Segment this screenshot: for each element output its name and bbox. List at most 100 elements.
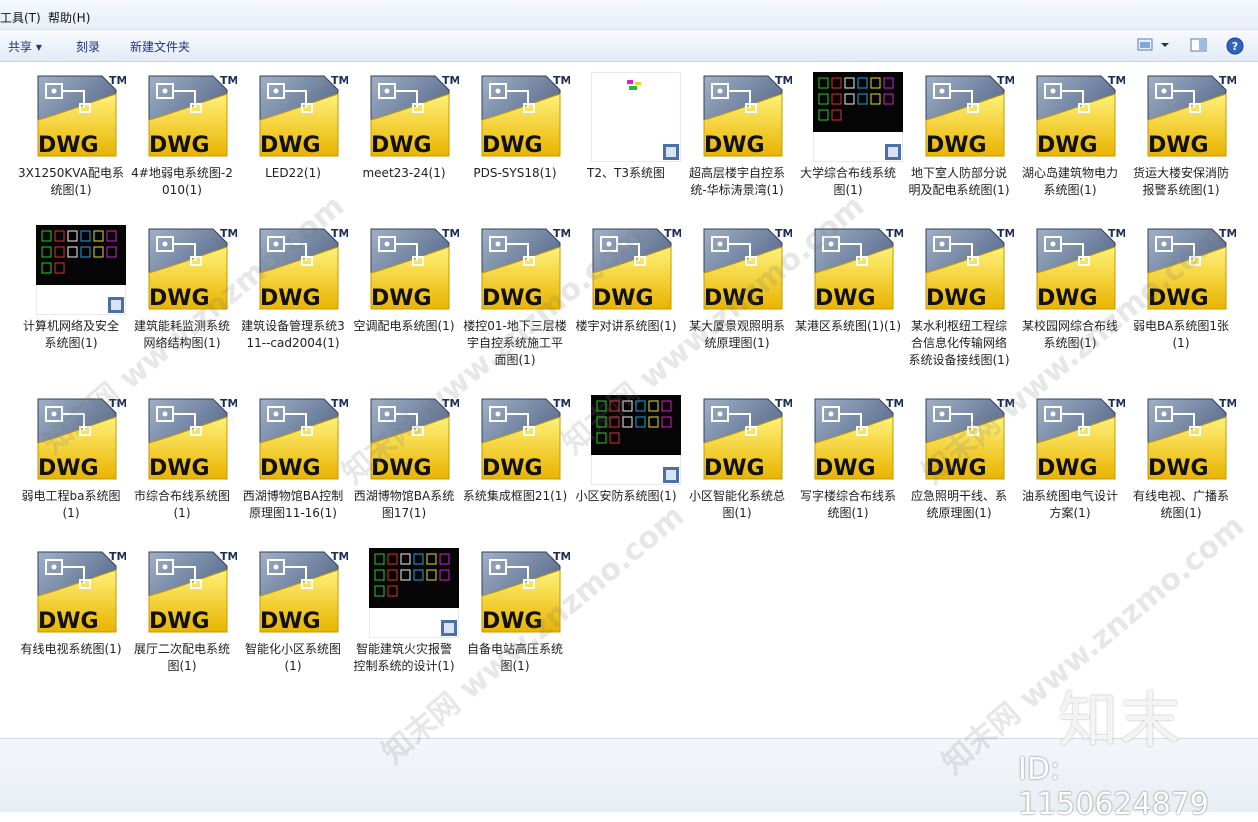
svg-text:TM: TM xyxy=(331,550,348,563)
dwg-file-icon: DWG TM xyxy=(369,225,460,315)
svg-text:TM: TM xyxy=(886,397,903,410)
svg-text:DWG: DWG xyxy=(704,456,765,481)
file-name: LED22(1) xyxy=(265,166,321,180)
menu-bar: 工具(T) 帮助(H) xyxy=(0,0,1258,30)
file-name: PDS-SYS18(1) xyxy=(473,166,557,180)
dwg-file-icon: DWG TM xyxy=(147,548,238,638)
svg-text:DWG: DWG xyxy=(149,456,210,481)
menu-tools[interactable]: 工具(T) xyxy=(0,9,41,26)
dwg-file-icon: DWG TM xyxy=(258,548,349,638)
file-name: 超高层楼宇自控系统-华标涛景湾(1) xyxy=(688,166,785,197)
svg-text:TM: TM xyxy=(331,74,348,87)
svg-text:TM: TM xyxy=(442,227,459,240)
svg-text:DWG: DWG xyxy=(815,286,876,311)
svg-text:TM: TM xyxy=(220,74,237,87)
file-name: 写字楼综合布线系统图(1) xyxy=(799,489,896,520)
svg-text:TM: TM xyxy=(997,227,1014,240)
file-name: 空调配电系统图(1) xyxy=(353,319,455,333)
svg-text:DWG: DWG xyxy=(38,456,99,481)
dwg-file-icon: DWG TM xyxy=(147,225,238,315)
dwg-file-icon: DWG TM xyxy=(702,225,793,315)
svg-text:TM: TM xyxy=(109,397,126,410)
dwg-file-icon: DWG TM xyxy=(369,395,460,485)
dwg-file-icon: DWG TM xyxy=(147,395,238,485)
dwg-file-icon: DWG TM xyxy=(591,225,682,315)
svg-text:DWG: DWG xyxy=(926,286,987,311)
svg-text:DWG: DWG xyxy=(260,609,321,634)
file-name: 某水利枢纽工程综合信息化传输网络系统设备接线图(1) xyxy=(908,319,1010,367)
file-name: 楼控01-地下三层楼宇自控系统施工平面图(1) xyxy=(463,319,567,367)
dwg-file-icon: DWG TM xyxy=(258,72,349,162)
dwg-file-icon: DWG TM xyxy=(480,72,571,162)
cad-thumbnail-icon xyxy=(35,224,127,316)
dwg-file-icon: DWG TM xyxy=(1146,225,1237,315)
svg-text:TM: TM xyxy=(553,227,570,240)
file-name: 智能建筑火灾报警控制系统的设计(1) xyxy=(353,642,455,673)
svg-text:TM: TM xyxy=(442,397,459,410)
help-icon[interactable]: ? xyxy=(1226,37,1244,58)
file-name: 自备电站高压系统图(1) xyxy=(466,642,563,673)
preview-pane-icon[interactable] xyxy=(1190,37,1208,56)
svg-text:DWG: DWG xyxy=(815,456,876,481)
svg-text:DWG: DWG xyxy=(1037,133,1098,158)
svg-text:?: ? xyxy=(1232,40,1238,53)
svg-text:DWG: DWG xyxy=(593,286,654,311)
dwg-file-icon: DWG TM xyxy=(924,225,1015,315)
file-name: 计算机网络及安全系统图(1) xyxy=(22,319,119,350)
file-name: meet23-24(1) xyxy=(362,166,446,180)
svg-text:TM: TM xyxy=(1219,227,1236,240)
file-name: 弱电工程ba系统图(1) xyxy=(21,489,121,520)
svg-text:DWG: DWG xyxy=(149,286,210,311)
svg-text:TM: TM xyxy=(997,397,1014,410)
brand-watermark: 知末 xyxy=(1058,686,1182,756)
svg-text:TM: TM xyxy=(331,227,348,240)
svg-text:TM: TM xyxy=(109,74,126,87)
file-name: 弱电BA系统图1张(1) xyxy=(1132,319,1230,350)
file-name: 小区智能化系统总图(1) xyxy=(688,489,785,520)
file-name: 建筑能耗监测系统网络结构图(1) xyxy=(133,319,230,350)
id-watermark: ID: 1150624879 xyxy=(1018,752,1209,822)
cad-thumbnail-icon xyxy=(590,71,682,163)
file-name: 应急照明干线、系统原理图(1) xyxy=(910,489,1007,520)
svg-text:TM: TM xyxy=(1108,397,1125,410)
svg-text:DWG: DWG xyxy=(149,609,210,634)
svg-text:DWG: DWG xyxy=(1037,286,1098,311)
dwg-file-icon: DWG TM xyxy=(1146,395,1237,485)
svg-text:TM: TM xyxy=(220,550,237,563)
dwg-file-icon: DWG TM xyxy=(1146,72,1237,162)
svg-text:DWG: DWG xyxy=(38,609,99,634)
svg-text:TM: TM xyxy=(109,550,126,563)
svg-text:TM: TM xyxy=(220,397,237,410)
menu-help[interactable]: 帮助(H) xyxy=(48,9,90,26)
svg-text:DWG: DWG xyxy=(704,133,765,158)
file-name: 有线电视、广播系统图(1) xyxy=(1132,489,1229,520)
svg-text:TM: TM xyxy=(775,397,792,410)
svg-text:DWG: DWG xyxy=(260,456,321,481)
svg-text:DWG: DWG xyxy=(38,133,99,158)
file-name: 某港区系统图(1)(1) xyxy=(795,319,901,333)
burn-button[interactable]: 刻录 xyxy=(76,38,100,55)
new-folder-button[interactable]: 新建文件夹 xyxy=(130,38,190,55)
dwg-file-icon: DWG TM xyxy=(924,72,1015,162)
file-name: 地下室人防部分说明及配电系统图(1) xyxy=(908,166,1010,197)
dwg-file-icon: DWG TM xyxy=(36,548,127,638)
file-name: 展厅二次配电系统图(1) xyxy=(133,642,230,673)
svg-text:TM: TM xyxy=(1219,397,1236,410)
dwg-file-icon: DWG TM xyxy=(1035,395,1126,485)
svg-text:DWG: DWG xyxy=(482,133,543,158)
dwg-file-icon: DWG TM xyxy=(924,395,1015,485)
dwg-file-icon: DWG TM xyxy=(813,395,904,485)
file-name: 建筑设备管理系统311--cad2004(1) xyxy=(241,319,345,350)
svg-text:TM: TM xyxy=(1108,74,1125,87)
share-button[interactable]: 共享 ▾ xyxy=(8,38,42,55)
svg-text:TM: TM xyxy=(664,227,681,240)
svg-text:DWG: DWG xyxy=(482,286,543,311)
file-name: 湖心岛建筑物电力系统图(1) xyxy=(1021,166,1118,197)
view-options-icon[interactable] xyxy=(1137,37,1171,56)
toolbar: 共享 ▾ 刻录 新建文件夹 ? xyxy=(0,30,1258,62)
svg-text:TM: TM xyxy=(1108,227,1125,240)
svg-text:DWG: DWG xyxy=(704,286,765,311)
svg-text:DWG: DWG xyxy=(1037,456,1098,481)
dwg-file-icon: DWG TM xyxy=(258,225,349,315)
file-name: 系统集成框图21(1) xyxy=(462,489,568,503)
